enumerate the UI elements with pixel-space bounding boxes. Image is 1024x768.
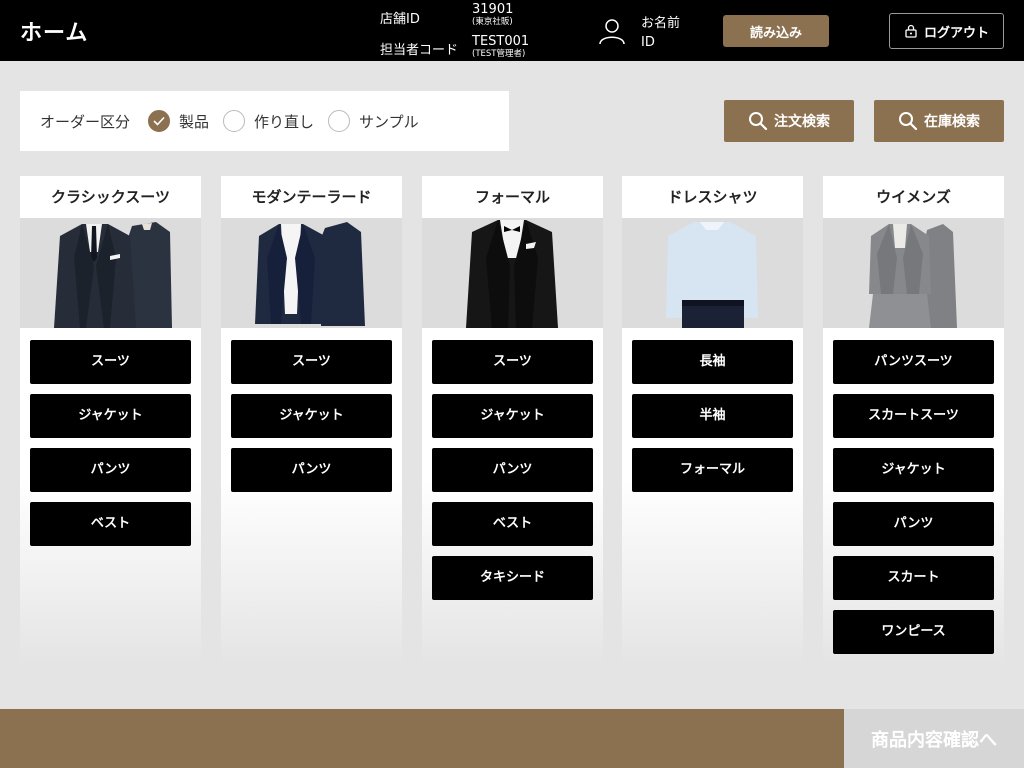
category-item-button[interactable]: ジャケット xyxy=(432,394,593,438)
radio-product[interactable]: 製品 xyxy=(148,110,209,132)
category-title: モダンテーラード xyxy=(251,188,372,206)
category-item-button[interactable]: ジャケット xyxy=(231,394,392,438)
category-item-button[interactable]: パンツ xyxy=(432,448,593,492)
category-item-button[interactable]: ベスト xyxy=(432,502,593,546)
radio-product-label: 製品 xyxy=(179,112,210,131)
logout-button[interactable]: ログアウト xyxy=(889,13,1004,49)
category-title: フォーマル xyxy=(474,188,550,206)
radio-checked-icon[interactable] xyxy=(148,110,171,132)
radio-unchecked-icon[interactable] xyxy=(328,110,351,132)
category-womens: ウイメンズ パンツスーツ スカートスーツ ジャケット パンツ スカート ワンピー… xyxy=(823,176,1004,666)
store-id-label: 店舗ID xyxy=(380,12,420,27)
category-item-button[interactable]: スーツ xyxy=(231,340,392,384)
logout-label: ログアウト xyxy=(923,25,989,41)
order-type-label: オーダー区分 xyxy=(40,112,131,131)
category-image[interactable] xyxy=(823,218,1004,328)
category-item-button[interactable]: 半袖 xyxy=(632,394,793,438)
radio-sample-label: サンプル xyxy=(359,112,419,131)
store-id-value: 31901 (東京社販) xyxy=(472,2,514,28)
category-item-button[interactable]: タキシード xyxy=(432,556,593,600)
category-dress-shirts: ドレスシャツ 長袖 半袖 フォーマル xyxy=(622,176,803,666)
search-icon xyxy=(899,112,918,131)
footer-bar xyxy=(0,709,844,768)
category-item-button[interactable]: パンツ xyxy=(231,448,392,492)
category-title: ウイメンズ xyxy=(876,188,951,206)
radio-unchecked-icon[interactable] xyxy=(223,110,246,132)
category-title: ドレスシャツ xyxy=(667,188,758,206)
store-id-number: 31901 xyxy=(472,2,514,17)
stock-search-label: 在庫検索 xyxy=(924,114,980,130)
category-item-button[interactable]: スカート xyxy=(833,556,994,600)
page-title: ホーム xyxy=(20,21,89,46)
radio-remake-label: 作り直し xyxy=(254,112,315,131)
category-image[interactable] xyxy=(20,218,201,328)
category-item-button[interactable]: ジャケット xyxy=(30,394,191,438)
radio-remake[interactable]: 作り直し xyxy=(223,110,314,132)
radio-sample[interactable]: サンプル xyxy=(328,110,419,132)
staff-code-number: TEST001 xyxy=(472,34,530,49)
category-modern-tailored: モダンテーラード スーツ ジャケット パンツ xyxy=(221,176,402,666)
order-search-label: 注文検索 xyxy=(774,114,830,130)
category-item-button[interactable]: スーツ xyxy=(432,340,593,384)
store-name: (東京社販) xyxy=(472,17,513,27)
user-name-label: お名前 xyxy=(641,16,681,31)
category-image[interactable] xyxy=(422,218,603,328)
category-classic-suits: クラシックスーツ スーツ ジャケット パンツ ベスト xyxy=(20,176,201,666)
app-header: ホーム 店舗ID 31901 (東京社販) 担当者コード TEST001 (TE… xyxy=(0,0,1024,61)
category-item-button[interactable]: スカートスーツ xyxy=(833,394,994,438)
category-item-button[interactable]: スーツ xyxy=(30,340,191,384)
category-title: クラシックスーツ xyxy=(51,188,170,206)
category-item-button[interactable]: パンツスーツ xyxy=(833,340,994,384)
category-image[interactable] xyxy=(622,218,803,328)
staff-name: (TEST管理者) xyxy=(472,49,526,59)
user-id-label: ID xyxy=(641,35,655,50)
category-image[interactable] xyxy=(221,218,402,328)
category-item-button[interactable]: ジャケット xyxy=(833,448,994,492)
user-icon xyxy=(599,19,625,45)
order-search-button[interactable]: 注文検索 xyxy=(724,100,854,142)
stock-search-button[interactable]: 在庫検索 xyxy=(874,100,1004,142)
category-item-button[interactable]: パンツ xyxy=(833,502,994,546)
lock-icon xyxy=(905,24,917,38)
order-type-panel: オーダー区分 製品 作り直し サンプル xyxy=(20,91,509,151)
staff-code-label: 担当者コード xyxy=(380,43,459,58)
category-item-button[interactable]: 長袖 xyxy=(632,340,793,384)
load-button[interactable]: 読み込み xyxy=(723,15,829,47)
category-item-button[interactable]: パンツ xyxy=(30,448,191,492)
confirm-order-button[interactable]: 商品内容確認へ xyxy=(844,709,1024,768)
staff-code-value: TEST001 (TEST管理者) xyxy=(472,34,530,60)
category-item-button[interactable]: ベスト xyxy=(30,502,191,546)
category-formal: フォーマル スーツ ジャケット パンツ ベスト タキシード xyxy=(422,176,603,666)
category-item-button[interactable]: ワンピース xyxy=(833,610,994,654)
search-icon xyxy=(749,112,768,131)
category-item-button[interactable]: フォーマル xyxy=(632,448,793,492)
